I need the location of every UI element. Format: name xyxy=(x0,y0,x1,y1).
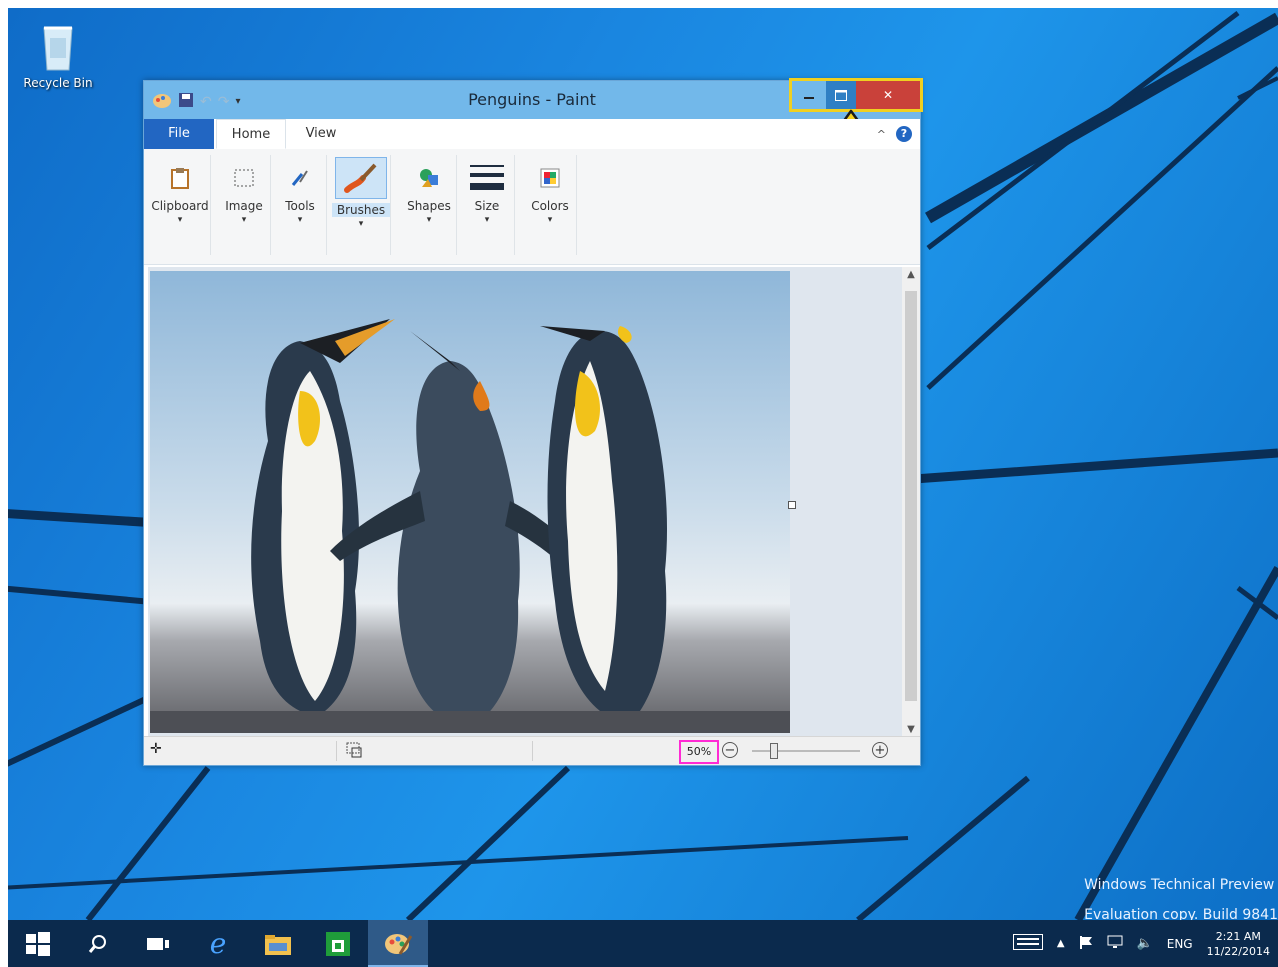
dropdown-arrow-icon: ▾ xyxy=(358,219,364,229)
store-icon xyxy=(326,931,350,956)
selection-size-icon xyxy=(346,742,362,761)
taskbar: e ▲ 🔈 ENG 2:21 AM 11/22/2014 xyxy=(8,920,1278,967)
paint-icon xyxy=(385,933,412,955)
title-bar[interactable]: ↶ ↷ ▾ Penguins - Paint ✕ xyxy=(144,78,923,119)
zoom-out-icon[interactable]: − xyxy=(722,742,738,758)
size-icon xyxy=(470,161,504,195)
select-icon xyxy=(227,161,261,195)
touch-keyboard-icon[interactable] xyxy=(1012,934,1043,953)
ribbon-group-label: Size xyxy=(474,199,500,213)
ribbon-group-clipboard[interactable]: Clipboard ▾ xyxy=(150,155,211,255)
minimize-icon xyxy=(804,97,814,99)
zoom-in-icon[interactable]: + xyxy=(872,742,888,758)
maximize-button[interactable] xyxy=(826,81,856,109)
minimize-button[interactable] xyxy=(792,81,826,109)
penguins-image xyxy=(150,271,790,733)
ribbon-group-image[interactable]: Image ▾ xyxy=(218,155,271,255)
clock[interactable]: 2:21 AM 11/22/2014 xyxy=(1207,929,1270,959)
recycle-bin[interactable]: Recycle Bin xyxy=(18,20,98,90)
maximize-icon xyxy=(835,89,847,101)
input-language[interactable]: ENG xyxy=(1167,937,1193,951)
show-hidden-icons-icon[interactable]: ▲ xyxy=(1057,938,1065,949)
dropdown-arrow-icon: ▾ xyxy=(547,215,553,225)
ribbon-group-label: Shapes xyxy=(407,199,451,213)
dropdown-arrow-icon: ▾ xyxy=(177,215,183,225)
tab-home[interactable]: Home xyxy=(216,119,286,149)
zoom-slider-thumb[interactable] xyxy=(770,743,778,759)
ribbon-group-colors[interactable]: Colors ▾ xyxy=(524,155,577,255)
internet-explorer-icon: e xyxy=(209,927,227,960)
recycle-bin-label: Recycle Bin xyxy=(23,76,93,90)
close-icon: ✕ xyxy=(882,88,894,102)
ribbon-group-brushes[interactable]: Brushes ▾ xyxy=(332,155,391,255)
dropdown-arrow-icon: ▾ xyxy=(426,215,432,225)
vertical-scrollbar[interactable]: ▲ ▼ xyxy=(902,267,920,737)
tab-view[interactable]: View xyxy=(288,119,354,149)
close-button[interactable]: ✕ xyxy=(856,81,920,109)
status-divider xyxy=(336,741,337,761)
ribbon-group-tools[interactable]: Tools ▾ xyxy=(274,155,327,255)
scroll-down-icon[interactable]: ▼ xyxy=(902,724,920,735)
file-explorer-button[interactable] xyxy=(248,920,308,967)
dropdown-arrow-icon: ▾ xyxy=(297,215,303,225)
ribbon-group-label: Brushes xyxy=(332,203,390,217)
paint-taskbar-button[interactable] xyxy=(368,920,428,967)
build-watermark: Windows Technical Preview Evaluation cop… xyxy=(1084,870,1278,920)
clock-date: 11/22/2014 xyxy=(1206,944,1270,958)
shapes-icon xyxy=(412,161,446,195)
task-view-button[interactable] xyxy=(128,920,188,967)
collapse-ribbon-icon[interactable]: ^ xyxy=(877,128,886,141)
ribbon-right-controls: ^ ? xyxy=(877,126,912,142)
tab-file[interactable]: File xyxy=(144,119,214,149)
store-button[interactable] xyxy=(308,920,368,967)
status-divider xyxy=(532,741,533,761)
internet-explorer-button[interactable]: e xyxy=(188,920,248,967)
recycle-bin-icon xyxy=(38,20,78,72)
ribbon-group-label: Clipboard xyxy=(151,199,209,213)
start-button[interactable] xyxy=(8,920,68,967)
clock-time: 2:21 AM xyxy=(1215,929,1261,943)
canvas-resize-handle[interactable] xyxy=(788,501,796,509)
ribbon-group-shapes[interactable]: Shapes ▾ xyxy=(402,155,457,255)
tools-icon xyxy=(283,161,317,195)
scroll-up-icon[interactable]: ▲ xyxy=(902,269,920,280)
folder-icon xyxy=(265,934,291,955)
colors-icon xyxy=(533,161,567,195)
system-tray: ▲ 🔈 ENG 2:21 AM 11/22/2014 xyxy=(1012,920,1278,967)
zoom-slider-track[interactable] xyxy=(752,750,860,752)
watermark-line-2: Evaluation copy. Build 9841 xyxy=(1084,907,1278,920)
watermark-line-1: Windows Technical Preview xyxy=(1084,877,1275,893)
clipboard-icon xyxy=(163,161,197,195)
scrollbar-thumb[interactable] xyxy=(905,291,917,701)
dropdown-arrow-icon: ▾ xyxy=(241,215,247,225)
ribbon: Clipboard ▾ Image ▾ Tools ▾ Brushes ▾ Sh… xyxy=(144,149,920,265)
window-controls-highlight: ✕ xyxy=(789,78,923,112)
network-icon[interactable] xyxy=(1107,935,1123,952)
ribbon-group-label: Image xyxy=(225,199,263,213)
search-icon xyxy=(88,934,106,953)
ribbon-group-label: Colors xyxy=(531,199,569,213)
zoom-level: 50% xyxy=(679,740,719,764)
volume-icon[interactable]: 🔈 xyxy=(1137,936,1153,951)
canvas-image[interactable] xyxy=(150,271,790,733)
dropdown-arrow-icon: ▾ xyxy=(484,215,490,225)
status-bar: ✛ 50% − + xyxy=(144,736,920,765)
help-icon[interactable]: ? xyxy=(896,126,912,142)
action-center-flag-icon[interactable] xyxy=(1079,935,1093,952)
ribbon-group-size[interactable]: Size ▾ xyxy=(460,155,515,255)
brush-icon xyxy=(335,157,387,199)
cursor-position-icon: ✛ xyxy=(150,741,162,757)
task-view-icon xyxy=(147,937,169,950)
ribbon-tabs: File Home View ^ ? xyxy=(144,119,920,150)
search-button[interactable] xyxy=(68,920,128,967)
paint-window: ↶ ↷ ▾ Penguins - Paint ✕ File Home View … xyxy=(143,78,923,766)
windows-logo-icon xyxy=(26,931,50,956)
ribbon-group-label: Tools xyxy=(285,199,315,213)
canvas-area xyxy=(148,267,902,737)
